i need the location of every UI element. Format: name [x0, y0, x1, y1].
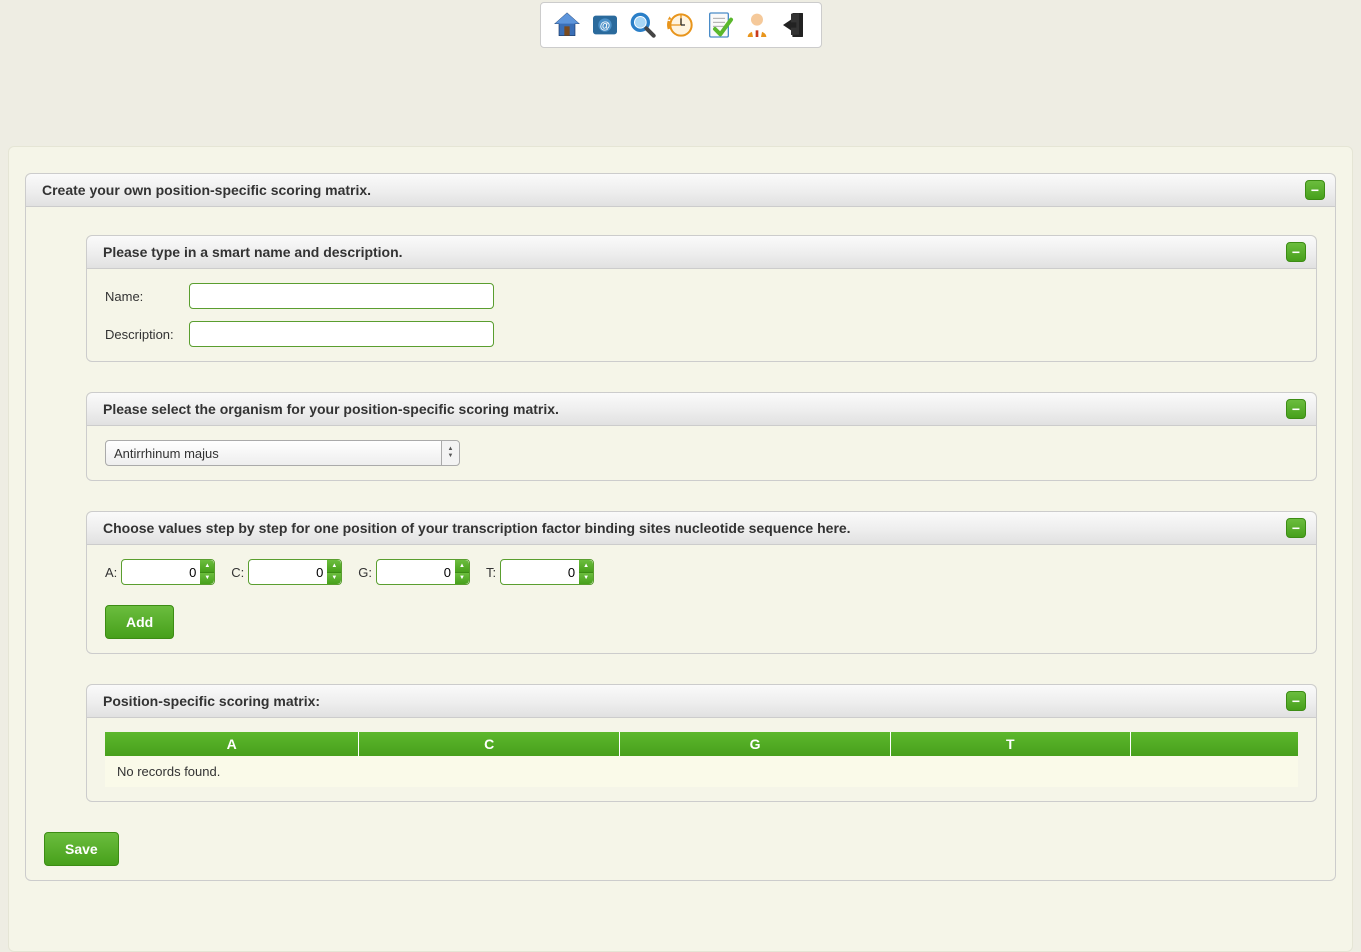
values-panel-title: Choose values step by step for one posit… — [103, 520, 851, 536]
search-icon[interactable] — [625, 7, 661, 43]
matrix-panel-title: Position-specific scoring matrix: — [103, 693, 320, 709]
organism-panel-body: Antirrhinum majus ▲▼ — [87, 426, 1316, 480]
col-blank — [1130, 732, 1298, 756]
matrix-panel-body: A C G T No records found. — [87, 718, 1316, 801]
nuc-g-label: G: — [358, 565, 372, 580]
svg-text:@: @ — [599, 20, 609, 32]
name-panel-header: Please type in a smart name and descript… — [87, 236, 1316, 269]
values-panel-header: Choose values step by step for one posit… — [87, 512, 1316, 545]
matrix-panel: Position-specific scoring matrix: A C G … — [86, 684, 1317, 802]
collapse-icon[interactable] — [1286, 518, 1306, 538]
user-icon[interactable] — [739, 7, 775, 43]
spinner-down-icon[interactable]: ▼ — [455, 573, 469, 585]
nuc-c-label: C: — [231, 565, 244, 580]
save-button[interactable]: Save — [44, 832, 119, 866]
spinner-up-icon[interactable]: ▲ — [579, 560, 593, 573]
add-button[interactable]: Add — [105, 605, 174, 639]
toolbar-container: @ — [0, 0, 1361, 48]
tasks-icon[interactable] — [701, 7, 737, 43]
history-icon[interactable] — [663, 7, 699, 43]
col-t: T — [891, 732, 1130, 756]
collapse-icon[interactable] — [1286, 691, 1306, 711]
name-panel: Please type in a smart name and descript… — [86, 235, 1317, 362]
spinner-up-icon[interactable]: ▲ — [455, 560, 469, 573]
organism-selected: Antirrhinum majus — [114, 446, 219, 461]
name-panel-title: Please type in a smart name and descript… — [103, 244, 403, 260]
matrix-panel-header: Position-specific scoring matrix: — [87, 685, 1316, 718]
contact-icon[interactable]: @ — [587, 7, 623, 43]
spinner-up-icon[interactable]: ▲ — [327, 560, 341, 573]
collapse-icon[interactable] — [1305, 180, 1325, 200]
description-input[interactable] — [189, 321, 494, 347]
nuc-a-label: A: — [105, 565, 117, 580]
empty-message: No records found. — [105, 756, 1298, 787]
spinner-up-icon[interactable]: ▲ — [200, 560, 214, 573]
home-icon[interactable] — [549, 7, 585, 43]
logout-icon[interactable] — [777, 7, 813, 43]
table-header-row: A C G T — [105, 732, 1298, 756]
main-panel-body: Please type in a smart name and descript… — [26, 207, 1335, 880]
select-arrows-icon: ▲▼ — [441, 441, 459, 465]
organism-panel: Please select the organism for your posi… — [86, 392, 1317, 481]
collapse-icon[interactable] — [1286, 242, 1306, 262]
organism-select[interactable]: Antirrhinum majus ▲▼ — [105, 440, 460, 466]
name-panel-body: Name: Description: — [87, 269, 1316, 361]
name-label: Name: — [105, 289, 181, 304]
table-row: No records found. — [105, 756, 1298, 787]
name-input[interactable] — [189, 283, 494, 309]
col-c: C — [359, 732, 620, 756]
main-panel-header: Create your own position-specific scorin… — [26, 174, 1335, 207]
spinner-down-icon[interactable]: ▼ — [200, 573, 214, 585]
main-panel-title: Create your own position-specific scorin… — [42, 182, 371, 198]
values-panel: Choose values step by step for one posit… — [86, 511, 1317, 654]
nuc-t-label: T: — [486, 565, 496, 580]
organism-panel-title: Please select the organism for your posi… — [103, 401, 559, 417]
col-a: A — [105, 732, 359, 756]
matrix-table: A C G T No records found. — [105, 732, 1298, 787]
values-panel-body: A: ▲▼ C: ▲▼ — [87, 545, 1316, 653]
spinner-down-icon[interactable]: ▼ — [579, 573, 593, 585]
page-body: Create your own position-specific scorin… — [8, 146, 1353, 952]
organism-panel-header: Please select the organism for your posi… — [87, 393, 1316, 426]
nucleotide-row: A: ▲▼ C: ▲▼ — [105, 559, 1298, 585]
col-g: G — [620, 732, 891, 756]
spinner-down-icon[interactable]: ▼ — [327, 573, 341, 585]
main-panel: Create your own position-specific scorin… — [25, 173, 1336, 881]
description-label: Description: — [105, 327, 181, 342]
collapse-icon[interactable] — [1286, 399, 1306, 419]
toolbar: @ — [540, 2, 822, 48]
